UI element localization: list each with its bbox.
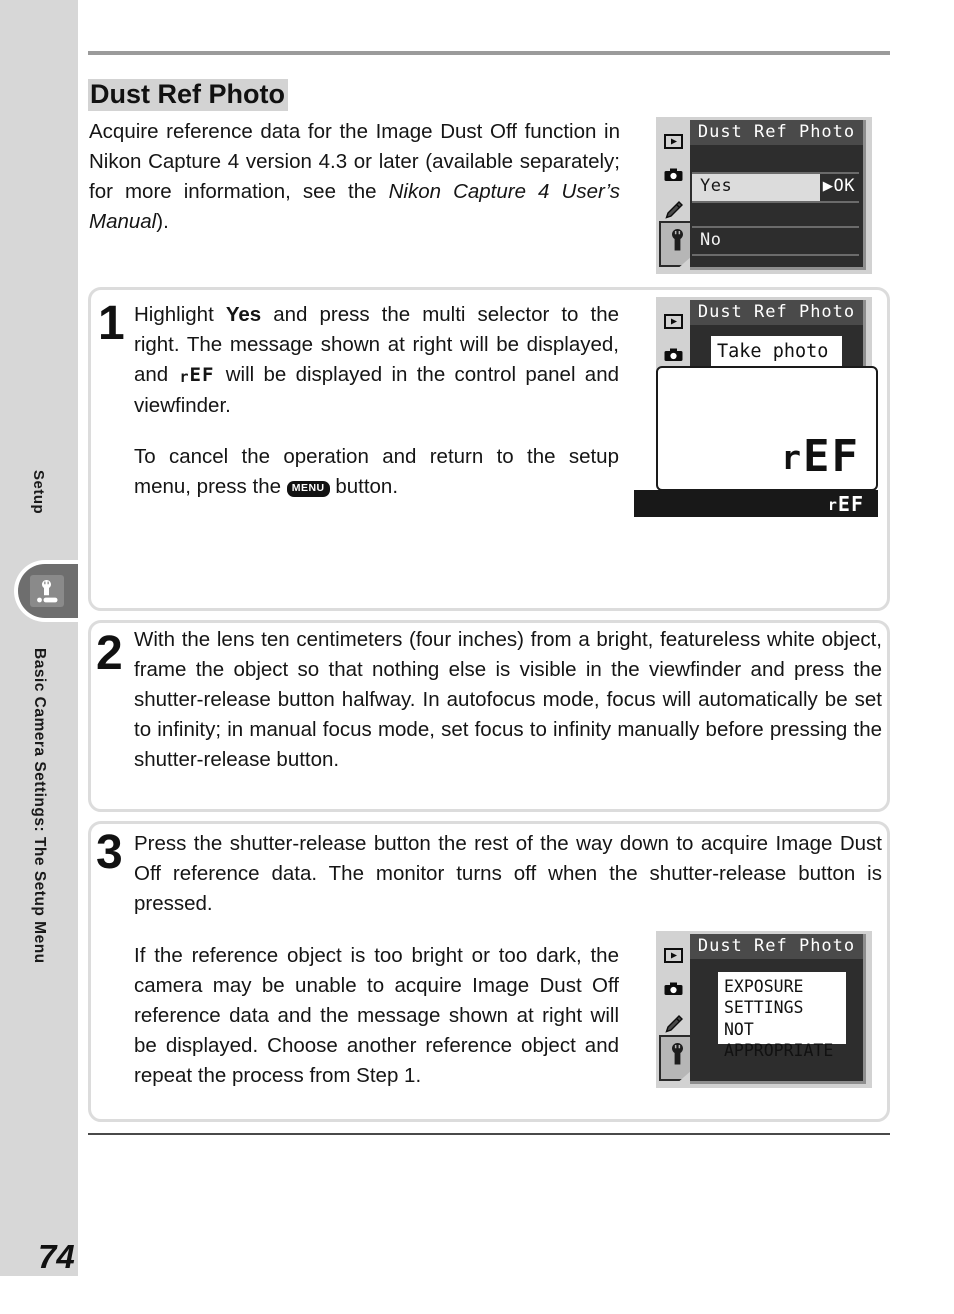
step-paragraph: Press the shutter-release button the res…: [134, 832, 882, 915]
monitor-divider: [692, 201, 859, 203]
ref-prefix: r: [827, 496, 838, 514]
step-text-run: button.: [329, 475, 399, 498]
menu-row-label: Yes: [700, 176, 733, 196]
monitor-title: Dust Ref Photo: [690, 120, 863, 145]
page-number: 74: [38, 1238, 75, 1275]
intro-text-2: ).: [156, 210, 169, 233]
control-panel-lcd: rEF: [656, 366, 878, 491]
wrench-icon: [30, 575, 64, 607]
playback-icon: [663, 945, 684, 966]
ref-prefix: r: [781, 438, 804, 477]
monitor-icon-bar: [656, 931, 692, 1088]
ref-rest: EF: [803, 431, 860, 482]
monitor-icon-bar: [656, 117, 692, 274]
camera-icon: [663, 165, 684, 186]
playback-icon: [663, 131, 684, 152]
camera-monitor-error: Dust Ref Photo EXPOSURE SETTINGS NOT APP…: [656, 931, 872, 1088]
viewfinder-ref-indicator: rEF: [828, 494, 864, 514]
step-number: 1: [98, 297, 125, 350]
monitor-divider: [692, 254, 859, 256]
footer-rule: [88, 1133, 890, 1135]
menu-row-no[interactable]: No: [692, 228, 859, 254]
step-paragraph: Highlight Yes and press the multi select…: [134, 300, 619, 421]
menu-row-yes[interactable]: Yes ▶OK: [692, 174, 859, 201]
step-number: 2: [96, 627, 123, 680]
monitor-title: Dust Ref Photo: [690, 934, 863, 959]
message-line: SETTINGS NOT: [724, 998, 804, 1039]
step-text: Highlight Yes and press the multi select…: [134, 300, 619, 502]
playback-icon: [663, 311, 684, 332]
message-line: EXPOSURE: [724, 977, 804, 996]
menu-row-label: No: [700, 230, 722, 250]
control-panel-ref-indicator: rEF: [781, 435, 860, 479]
section-label: Setup: [30, 470, 47, 515]
step-bold-yes: Yes: [225, 303, 262, 326]
message-line: APPROPRIATE: [724, 1041, 834, 1061]
pencil-icon: [663, 1013, 684, 1034]
step-paragraph: With the lens ten centimeters (four inch…: [134, 628, 882, 771]
step-paragraph: To cancel the operation and return to th…: [134, 442, 619, 502]
pencil-icon: [663, 199, 684, 220]
ref-rest: EF: [837, 492, 864, 516]
camera-icon: [663, 979, 684, 1000]
step-number: 3: [96, 826, 123, 879]
camera-icon: [663, 345, 684, 366]
ref-indicator-glyph: rEF: [179, 364, 215, 386]
monitor-title: Dust Ref Photo: [690, 300, 863, 325]
page-margin-strip-foot: [0, 1276, 78, 1314]
menu-button-icon: MENU: [286, 481, 330, 497]
monitor-screen: Dust Ref Photo Yes ▶OK No: [690, 120, 866, 270]
page-title: Dust Ref Photo: [88, 79, 288, 112]
header-rule: [88, 51, 890, 55]
step-text-secondary: If the reference object is too bright or…: [134, 944, 619, 1087]
wrench-icon: [659, 1035, 692, 1081]
viewfinder-display: rEF: [634, 490, 878, 517]
page-margin-strip: [0, 0, 78, 1276]
step-text: Press the shutter-release button the res…: [134, 829, 882, 919]
monitor-message-card: EXPOSURE SETTINGS NOT APPROPRIATE: [718, 972, 846, 1060]
step-text-run: Highlight: [134, 303, 226, 326]
chapter-label: Basic Camera Settings: The Setup Menu: [31, 648, 48, 964]
camera-monitor-menu: Dust Ref Photo Yes ▶OK No: [656, 117, 872, 274]
monitor-screen: Dust Ref Photo EXPOSURE SETTINGS NOT APP…: [690, 934, 866, 1084]
step-text: With the lens ten centimeters (four inch…: [134, 625, 882, 775]
menu-row-ok-badge: ▶OK: [819, 174, 859, 201]
chapter-thumb-tab: [14, 560, 78, 622]
intro-paragraph: Acquire reference data for the Image Dus…: [89, 117, 620, 237]
wrench-icon: [659, 221, 692, 267]
